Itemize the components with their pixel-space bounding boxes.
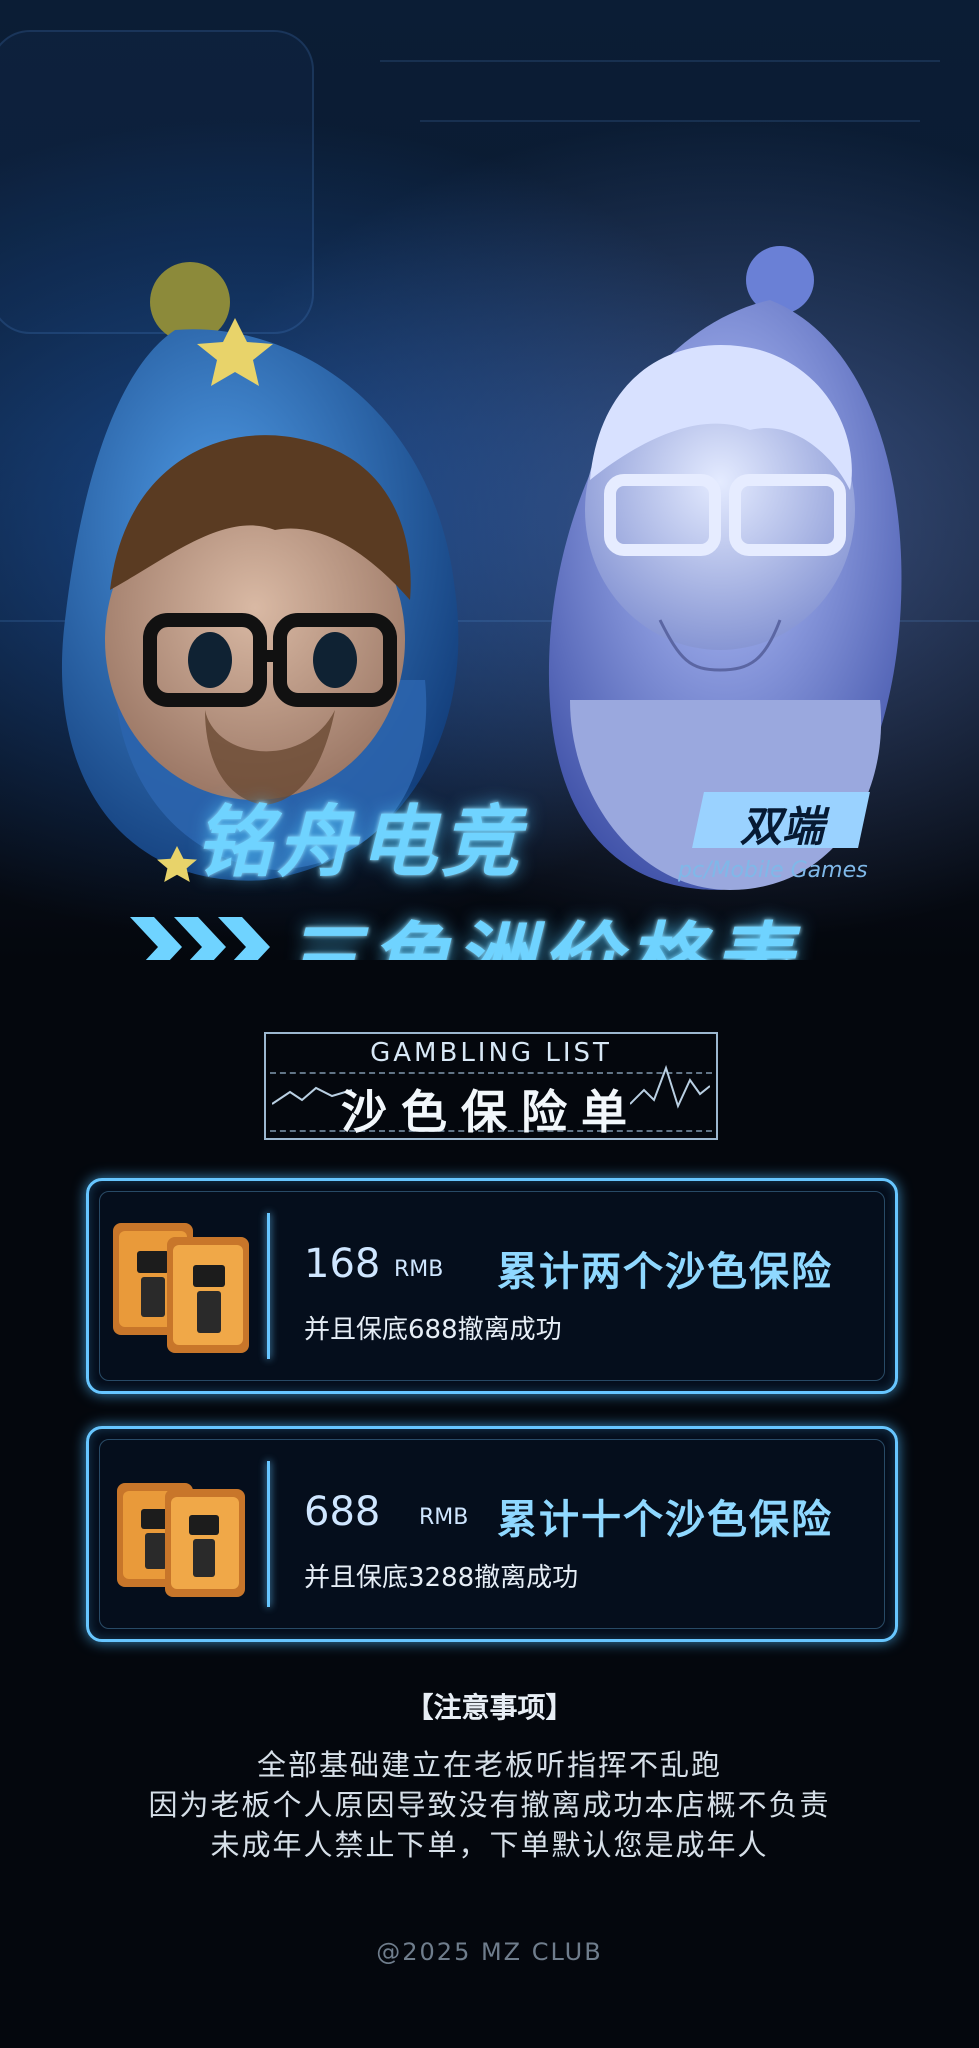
- currency-label: RMB: [419, 1505, 469, 1530]
- chevron-arrows-icon: [130, 917, 270, 960]
- brand-title: 铭舟电竞: [195, 798, 524, 888]
- guarantee-text: 并且保底3288撤离成功: [304, 1563, 579, 1593]
- price-list-subtitle: 三角洲价格表: [282, 896, 798, 960]
- notice-line: 未成年人禁止下单，下单默认您是成年人: [210, 1828, 769, 1862]
- hero-banner: 铭舟电竞 双端 pc/Mobile Games 三角洲价格表: [0, 0, 979, 960]
- price-value: 688: [304, 1489, 381, 1535]
- list-title-en: GAMBLING LIST: [370, 1038, 612, 1068]
- list-title-cn: 沙色保险单: [341, 1085, 641, 1139]
- hud-line: [420, 120, 920, 122]
- offer-title: 累计两个沙色保险: [497, 1249, 833, 1295]
- notice-line: 全部基础建立在老板听指挥不乱跑: [256, 1748, 722, 1782]
- platform-label: pc/Mobile Games: [678, 858, 868, 883]
- notice-title: 【注意事项】: [405, 1691, 574, 1724]
- card-divider: [267, 1213, 270, 1359]
- safe-box-icon: [117, 1483, 245, 1597]
- currency-label: RMB: [394, 1257, 444, 1282]
- guarantee-text: 并且保底688撤离成功: [304, 1315, 562, 1345]
- hud-line: [380, 60, 940, 62]
- copyright-footer: @2025 MZ CLUB: [376, 1938, 603, 1966]
- package-card[interactable]: 688 RMB 累计十个沙色保险 并且保底3288撤离成功: [86, 1426, 898, 1642]
- card-divider: [267, 1461, 270, 1607]
- gambling-list-header: GAMBLING LIST 沙色保险单: [264, 1032, 718, 1140]
- offer-title: 累计十个沙色保险: [497, 1497, 833, 1543]
- safe-box-icon: [113, 1223, 249, 1353]
- dual-badge-label: 双端: [739, 802, 824, 851]
- package-card[interactable]: 168 RMB 累计两个沙色保险 并且保底688撤离成功: [86, 1178, 898, 1394]
- notice-line: 因为老板个人原因导致没有撤离成功本店概不负责: [148, 1788, 831, 1822]
- price-value: 168: [304, 1241, 381, 1287]
